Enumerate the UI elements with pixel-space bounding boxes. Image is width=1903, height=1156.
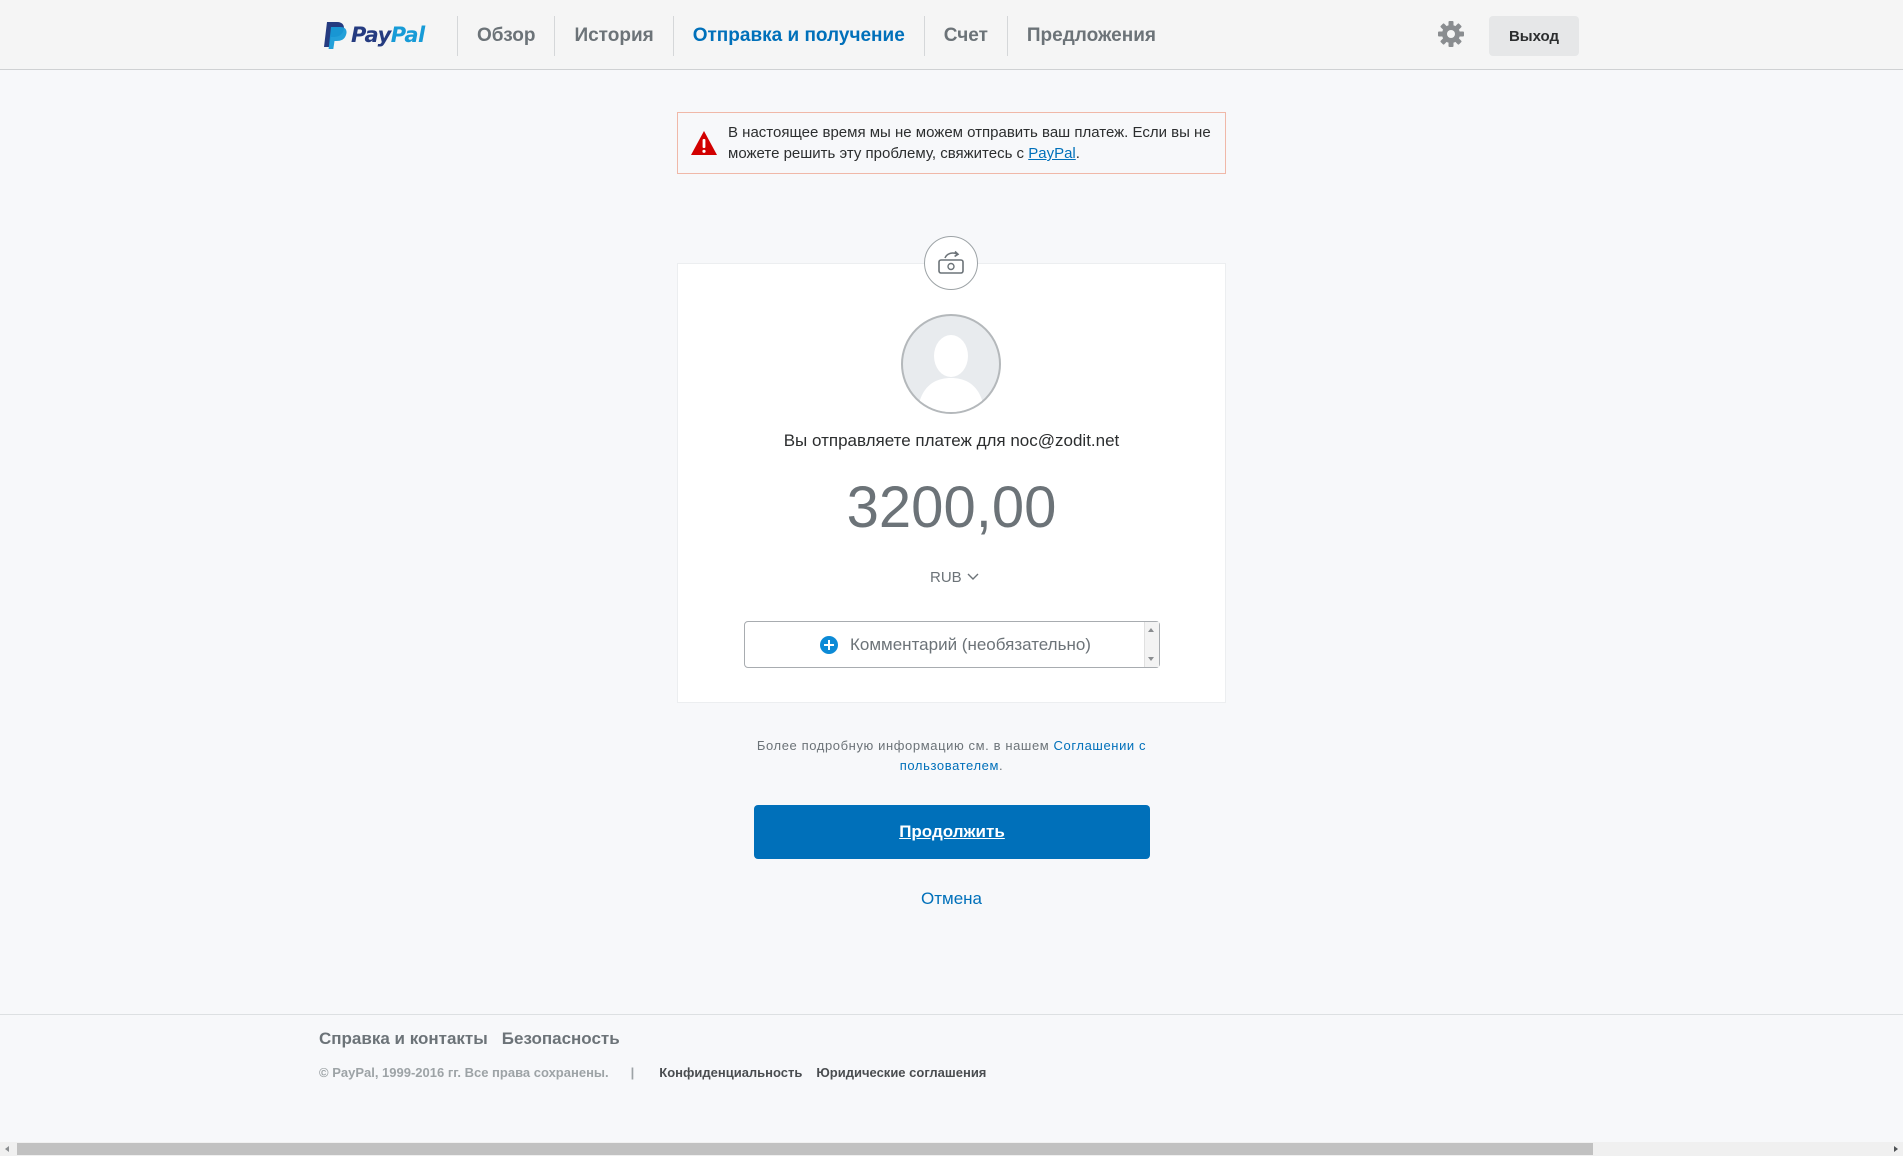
recipient-avatar — [901, 314, 1001, 414]
nav-item-send-receive[interactable]: Отправка и получение — [672, 16, 924, 56]
note-field[interactable]: Комментарий (необязательно) — [744, 621, 1160, 668]
agreement-suffix: . — [999, 758, 1004, 773]
user-silhouette-icon — [917, 335, 985, 412]
user-agreement-notice: Более подробную информацию см. в нашем С… — [740, 736, 1163, 776]
scrollbar-thumb[interactable] — [17, 1143, 1593, 1155]
cancel-link[interactable]: Отмена — [677, 889, 1226, 909]
nav-item-history[interactable]: История — [554, 16, 672, 56]
currency-selector[interactable]: RUB — [930, 566, 979, 588]
footer-link-legal[interactable]: Юридические соглашения — [816, 1065, 986, 1080]
alert-message-suffix: . — [1075, 145, 1080, 162]
nav-item-overview[interactable]: Обзор — [457, 16, 554, 56]
nav-item-offers[interactable]: Предложения — [1006, 16, 1175, 56]
copyright-text: © PayPal, 1999-2016 гг. Все права сохран… — [319, 1065, 609, 1080]
agreement-text: Более подробную информацию см. в нашем — [756, 738, 1054, 753]
scroll-left-arrow-icon[interactable] — [5, 1146, 9, 1152]
footer-link-security[interactable]: Безопасность — [502, 1029, 620, 1049]
horizontal-scrollbar[interactable] — [0, 1142, 1903, 1156]
note-scrollbar[interactable] — [1144, 622, 1159, 667]
footer-main-links: Справка и контакты Безопасность — [319, 1029, 620, 1049]
paypal-logo-icon — [324, 22, 347, 49]
footer-link-privacy[interactable]: Конфиденциальность — [659, 1065, 802, 1080]
scroll-right-arrow-icon[interactable] — [1894, 1146, 1898, 1152]
scroll-down-arrow-icon[interactable] — [1148, 657, 1154, 661]
logout-button[interactable]: Выход — [1489, 16, 1579, 56]
footer-legal-row: © PayPal, 1999-2016 гг. Все права сохран… — [319, 1065, 1000, 1080]
warning-icon — [691, 131, 717, 155]
plus-icon — [820, 636, 838, 654]
alert-message-text: В настоящее время мы не можем отправить … — [728, 124, 1211, 162]
footer-link-help-contact[interactable]: Справка и контакты — [319, 1029, 488, 1049]
note-placeholder: Комментарий (необязательно) — [850, 635, 1091, 654]
currency-code: RUB — [930, 568, 962, 586]
chevron-down-icon — [967, 573, 979, 580]
gear-icon[interactable] — [1437, 20, 1465, 48]
send-money-icon — [938, 250, 964, 274]
alert-paypal-link[interactable]: PayPal — [1028, 145, 1076, 162]
nav-item-account[interactable]: Счет — [923, 16, 1007, 56]
top-header: PayPal Обзор История Отправка и получени… — [0, 0, 1903, 70]
footer-separator: | — [630, 1065, 635, 1080]
payment-amount: 3200,00 — [846, 475, 1057, 540]
recipient-text: Вы отправляете платеж для noc@zodit.net — [783, 431, 1120, 450]
main-nav: Обзор История Отправка и получение Счет … — [457, 16, 1175, 56]
continue-button[interactable]: Продолжить — [754, 805, 1150, 859]
paypal-wordmark: PayPal — [351, 23, 425, 47]
page-footer: Справка и контакты Безопасность © PayPal… — [0, 1014, 1903, 1143]
alert-message: В настоящее время мы не можем отправить … — [728, 122, 1213, 164]
error-alert: В настоящее время мы не можем отправить … — [677, 112, 1226, 174]
paypal-logo[interactable]: PayPal — [321, 18, 425, 52]
scroll-up-arrow-icon[interactable] — [1148, 628, 1154, 632]
send-money-badge — [924, 236, 978, 290]
